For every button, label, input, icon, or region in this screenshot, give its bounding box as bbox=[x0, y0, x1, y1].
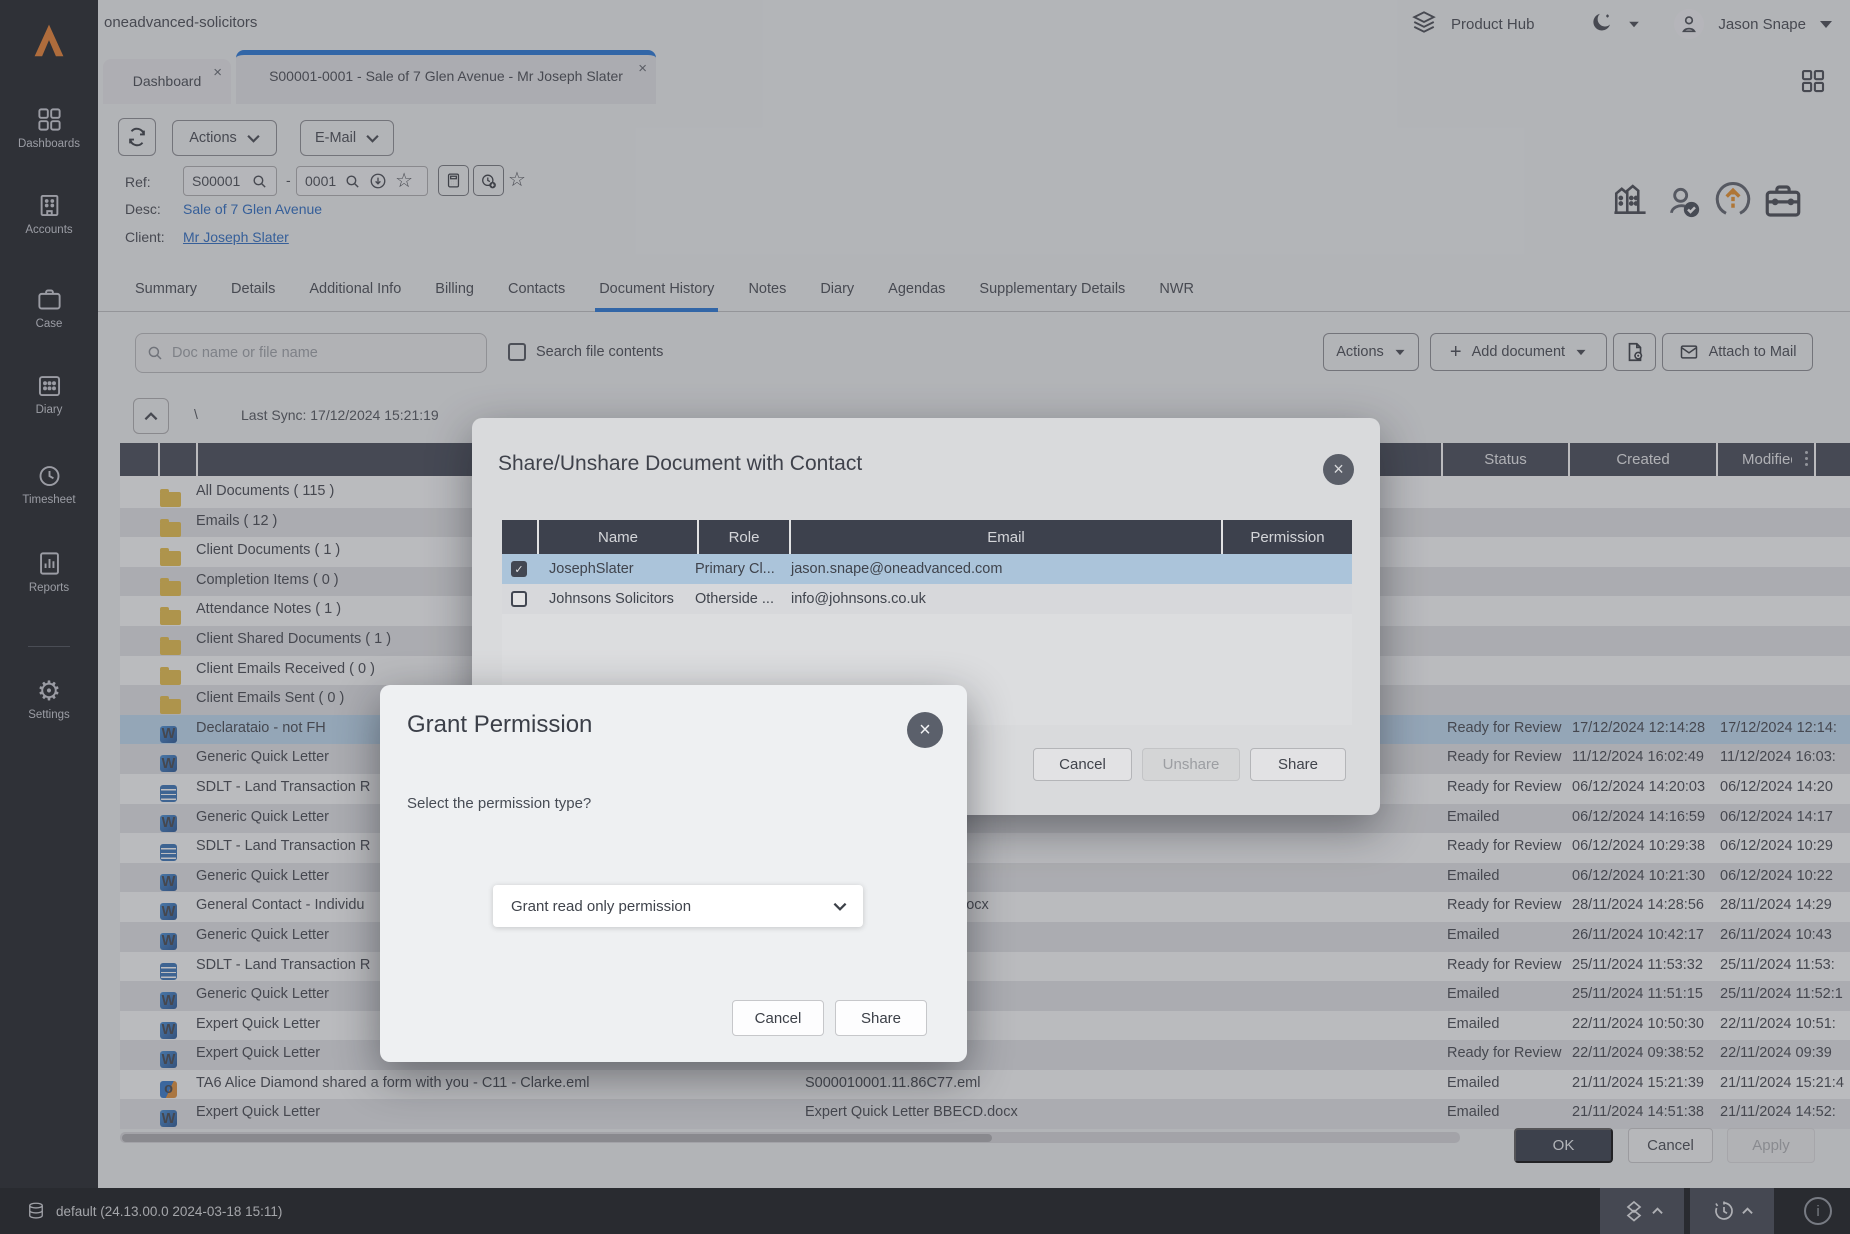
grant-cancel-button[interactable]: Cancel bbox=[732, 1000, 824, 1036]
app-window: Dashboards Accounts Case Diary Timesheet… bbox=[0, 0, 1850, 1234]
grant-share-button[interactable]: Share bbox=[835, 1000, 927, 1036]
dialog-title: Grant Permission bbox=[407, 711, 592, 739]
permission-question: Select the permission type? bbox=[407, 795, 591, 812]
permission-type-value: Grant read only permission bbox=[511, 898, 691, 915]
close-icon[interactable]: × bbox=[907, 712, 943, 748]
chevron-down-icon bbox=[833, 902, 847, 911]
permission-type-select[interactable]: Grant read only permission bbox=[493, 885, 863, 927]
grant-permission-dialog: Grant Permission × Select the permission… bbox=[380, 685, 967, 1062]
